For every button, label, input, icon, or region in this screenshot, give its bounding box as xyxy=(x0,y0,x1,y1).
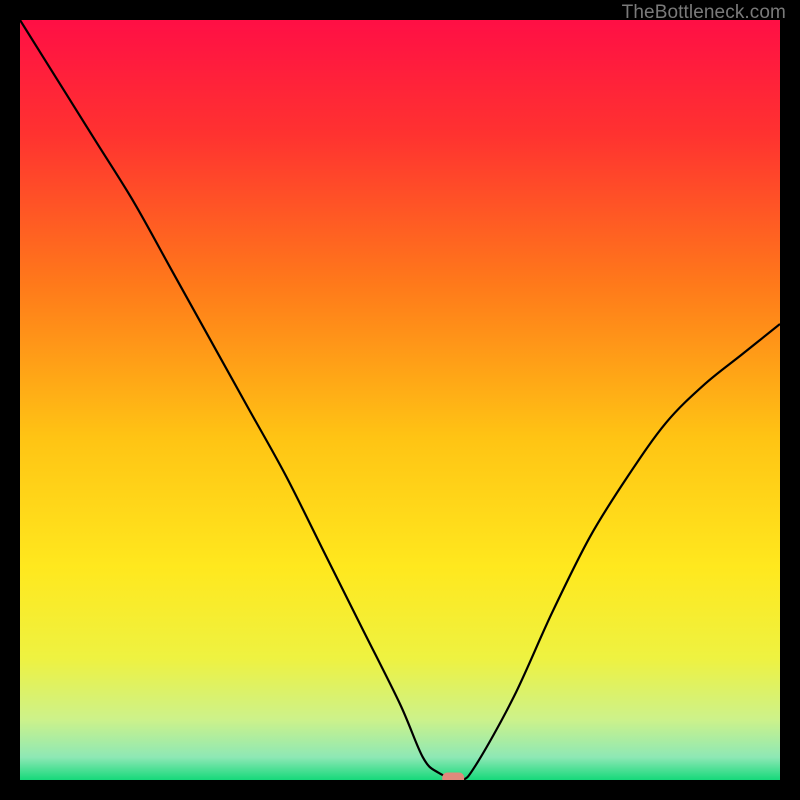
background-gradient xyxy=(20,20,780,780)
plot-area xyxy=(20,20,780,780)
chart-svg xyxy=(20,20,780,780)
optimal-marker xyxy=(442,773,464,781)
chart-container: TheBottleneck.com xyxy=(0,0,800,800)
